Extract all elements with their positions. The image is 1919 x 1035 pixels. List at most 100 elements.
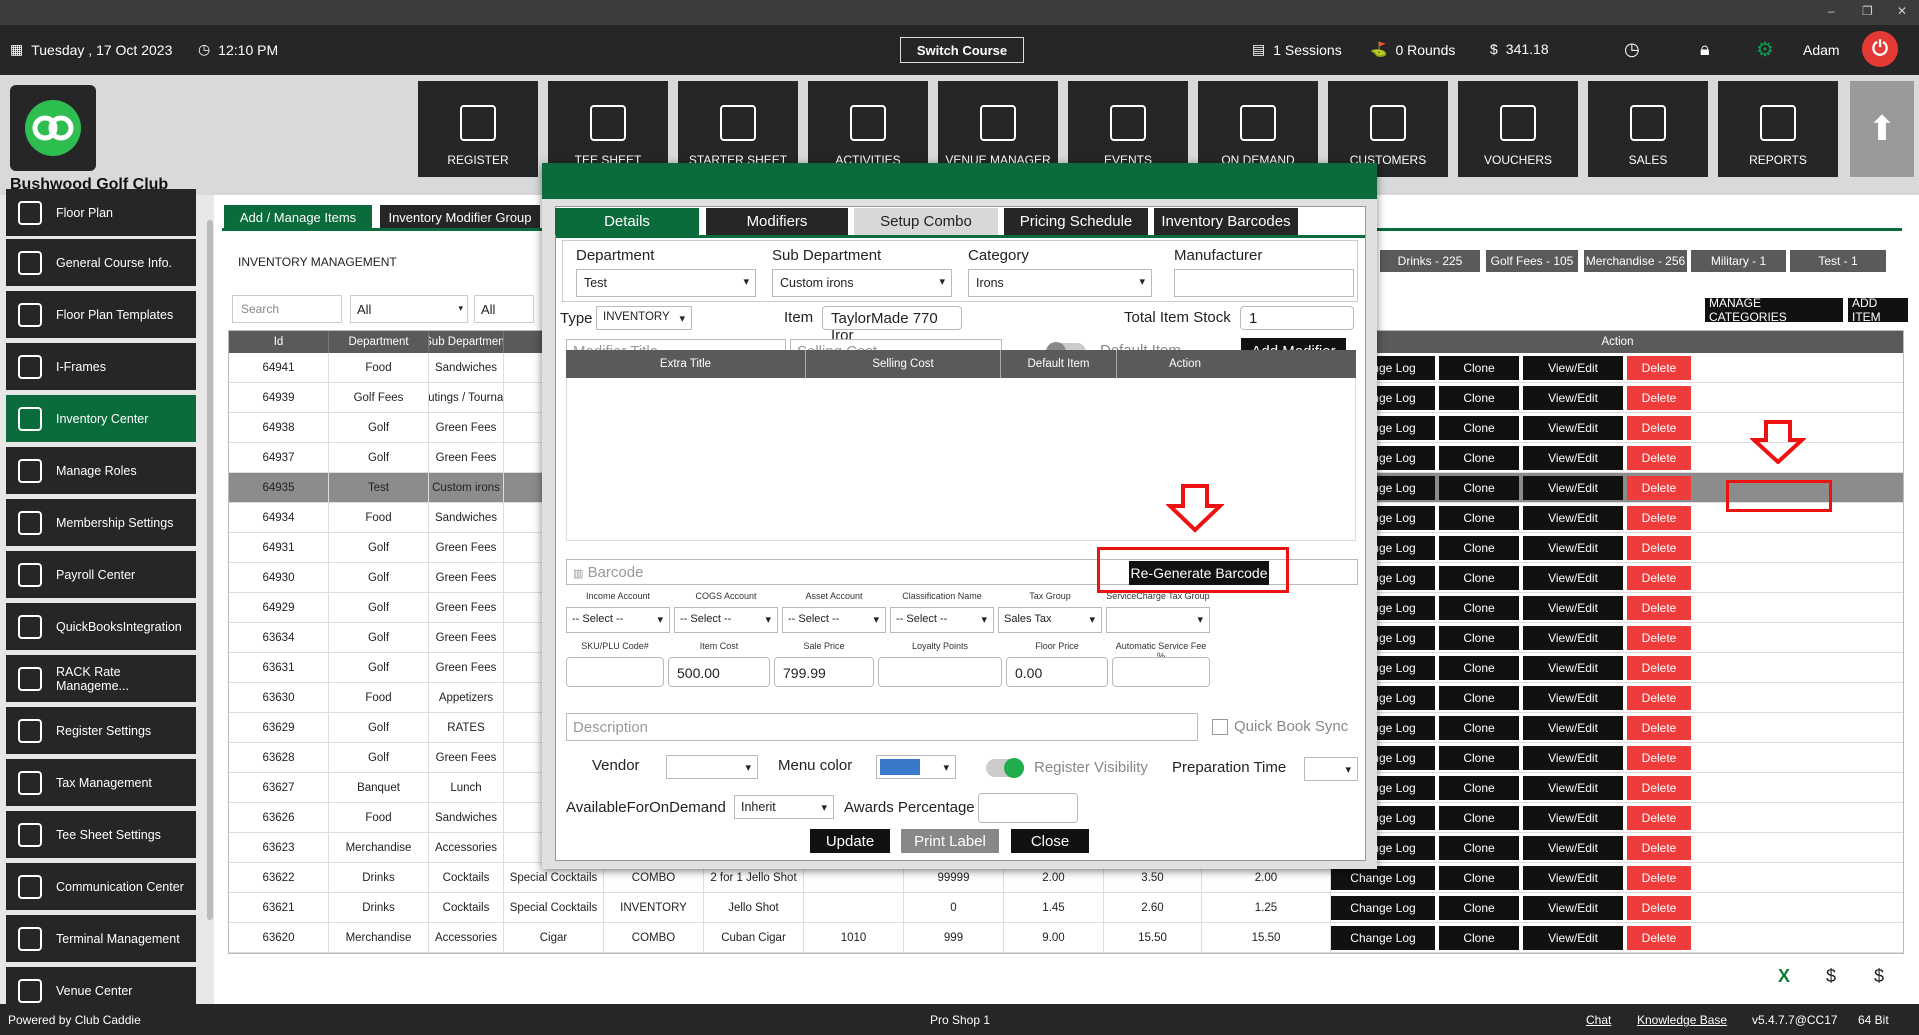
- delete-button[interactable]: Delete: [1627, 416, 1691, 440]
- view-edit-button[interactable]: View/Edit: [1523, 806, 1623, 830]
- gear-icon[interactable]: ⚙: [1756, 37, 1774, 62]
- clone-button[interactable]: Clone: [1439, 656, 1519, 680]
- clone-button[interactable]: Clone: [1439, 626, 1519, 650]
- view-edit-button[interactable]: View/Edit: [1523, 356, 1623, 380]
- category-button[interactable]: Merchandise - 256: [1584, 250, 1687, 272]
- account-select[interactable]: -- Select --: [674, 607, 778, 633]
- delete-button[interactable]: Delete: [1627, 536, 1691, 560]
- view-edit-button[interactable]: View/Edit: [1523, 656, 1623, 680]
- sidebar-item-tee-sheet-settings[interactable]: Tee Sheet Settings: [6, 811, 196, 858]
- view-edit-button[interactable]: View/Edit: [1523, 476, 1623, 500]
- table-row[interactable]: 63621 Drinks Cocktails Special Cocktails INV…: [229, 893, 1903, 923]
- clone-button[interactable]: Clone: [1439, 416, 1519, 440]
- knowledge-base-link[interactable]: Knowledge Base: [1637, 1013, 1727, 1027]
- excel-export-icon[interactable]: X: [1778, 966, 1790, 987]
- rounds-display[interactable]: ⛳ 0 Rounds: [1370, 41, 1455, 58]
- price-input[interactable]: [878, 657, 1002, 687]
- clone-button[interactable]: Clone: [1439, 806, 1519, 830]
- prep-time-select[interactable]: [1304, 757, 1358, 781]
- view-edit-button[interactable]: View/Edit: [1523, 596, 1623, 620]
- account-select[interactable]: -- Select --: [566, 607, 670, 633]
- delete-button[interactable]: Delete: [1627, 746, 1691, 770]
- price-input[interactable]: 799.99: [774, 657, 874, 687]
- view-edit-button[interactable]: View/Edit: [1523, 506, 1623, 530]
- clone-button[interactable]: Clone: [1439, 506, 1519, 530]
- view-edit-button[interactable]: View/Edit: [1523, 446, 1623, 470]
- tab-setup-combo[interactable]: Setup Combo: [854, 208, 998, 235]
- print-label-button[interactable]: Print Label: [901, 829, 999, 853]
- price-input[interactable]: [1112, 657, 1210, 687]
- search-input[interactable]: Search: [232, 295, 342, 323]
- delete-button[interactable]: Delete: [1627, 896, 1691, 920]
- delete-button[interactable]: Delete: [1627, 926, 1691, 950]
- clone-button[interactable]: Clone: [1439, 836, 1519, 860]
- delete-button[interactable]: Delete: [1627, 656, 1691, 680]
- category-button[interactable]: Military - 1: [1691, 250, 1786, 272]
- change-log-button[interactable]: Change Log: [1331, 926, 1435, 950]
- on-demand-select[interactable]: Inherit: [734, 795, 834, 819]
- sidebar-item-communication-center[interactable]: Communication Center: [6, 863, 196, 910]
- view-edit-button[interactable]: View/Edit: [1523, 866, 1623, 890]
- user-name[interactable]: Adam: [1803, 42, 1840, 58]
- clone-button[interactable]: Clone: [1439, 686, 1519, 710]
- delete-button[interactable]: Delete: [1627, 776, 1691, 800]
- clone-button[interactable]: Clone: [1439, 926, 1519, 950]
- clone-button[interactable]: Clone: [1439, 386, 1519, 410]
- type-select[interactable]: INVENTORY: [596, 306, 692, 330]
- sidebar-item-inventory-center[interactable]: Inventory Center: [6, 395, 196, 442]
- delete-button[interactable]: Delete: [1627, 506, 1691, 530]
- delete-button[interactable]: Delete: [1627, 716, 1691, 740]
- clone-button[interactable]: Clone: [1439, 356, 1519, 380]
- minimize-button[interactable]: –: [1828, 4, 1835, 18]
- change-log-button[interactable]: Change Log: [1331, 896, 1435, 920]
- nav-sales-button[interactable]: SALES: [1588, 81, 1708, 177]
- tab-inventory-modifier-group[interactable]: Inventory Modifier Group: [380, 205, 540, 230]
- sidebar-item-manage-roles[interactable]: Manage Roles: [6, 447, 196, 494]
- clone-button[interactable]: Clone: [1439, 536, 1519, 560]
- view-edit-button[interactable]: View/Edit: [1523, 386, 1623, 410]
- price-input[interactable]: 0.00: [1006, 657, 1108, 687]
- subdepartment-select[interactable]: Custom irons: [772, 269, 952, 297]
- coins-icon[interactable]: $: [1826, 966, 1836, 987]
- tab-inventory-barcodes[interactable]: Inventory Barcodes: [1154, 208, 1298, 235]
- balance-display[interactable]: $341.18: [1490, 41, 1549, 57]
- sessions-display[interactable]: ▤ 1 Sessions: [1252, 41, 1342, 58]
- delete-button[interactable]: Delete: [1627, 626, 1691, 650]
- sidebar-item-floor-plan[interactable]: Floor Plan: [6, 189, 196, 236]
- description-input[interactable]: Description: [566, 713, 1198, 741]
- delete-button[interactable]: Delete: [1627, 446, 1691, 470]
- chat-link[interactable]: Chat: [1586, 1013, 1611, 1027]
- view-edit-button[interactable]: View/Edit: [1523, 896, 1623, 920]
- manage-categories-button[interactable]: MANAGE CATEGORIES: [1705, 296, 1843, 324]
- category-button[interactable]: Test - 1: [1790, 250, 1886, 272]
- add-item-button[interactable]: ADD ITEM: [1848, 296, 1908, 324]
- scroll-up-button[interactable]: ⬆: [1850, 81, 1914, 177]
- awards-input[interactable]: [978, 793, 1078, 823]
- sidebar-item-quickbooksintegration[interactable]: QuickBooksIntegration: [6, 603, 196, 650]
- clone-button[interactable]: Clone: [1439, 476, 1519, 500]
- view-edit-button[interactable]: View/Edit: [1523, 416, 1623, 440]
- view-edit-button[interactable]: View/Edit: [1523, 746, 1623, 770]
- clock-toggle-icon[interactable]: ◷: [1624, 39, 1640, 60]
- vendor-select[interactable]: [666, 755, 758, 779]
- delete-button[interactable]: Delete: [1627, 566, 1691, 590]
- table-row[interactable]: 63620 Merchandise Accessories Cigar COMBO Cub…: [229, 923, 1903, 953]
- view-edit-button[interactable]: View/Edit: [1523, 926, 1623, 950]
- stock-input[interactable]: 1: [1240, 306, 1354, 330]
- clone-button[interactable]: Clone: [1439, 746, 1519, 770]
- sidebar-item-terminal-management[interactable]: Terminal Management: [6, 915, 196, 962]
- category-button[interactable]: Drinks - 225: [1380, 250, 1480, 272]
- price-input[interactable]: [566, 657, 664, 687]
- sidebar-item-membership-settings[interactable]: Membership Settings: [6, 499, 196, 546]
- item-name-input[interactable]: TaylorMade 770 Iror: [822, 306, 962, 344]
- nav-vouchers-button[interactable]: VOUCHERS: [1458, 81, 1578, 177]
- account-select[interactable]: -- Select --: [782, 607, 886, 633]
- sidebar-item-payroll-center[interactable]: Payroll Center: [6, 551, 196, 598]
- tab-details[interactable]: Details: [555, 208, 699, 235]
- category-select[interactable]: Irons: [968, 269, 1152, 297]
- delete-button[interactable]: Delete: [1627, 836, 1691, 860]
- sidebar-item-tax-management[interactable]: Tax Management: [6, 759, 196, 806]
- clone-button[interactable]: Clone: [1439, 596, 1519, 620]
- lock-icon[interactable]: 🔒︎: [1700, 39, 1710, 60]
- account-select[interactable]: -- Select --: [890, 607, 994, 633]
